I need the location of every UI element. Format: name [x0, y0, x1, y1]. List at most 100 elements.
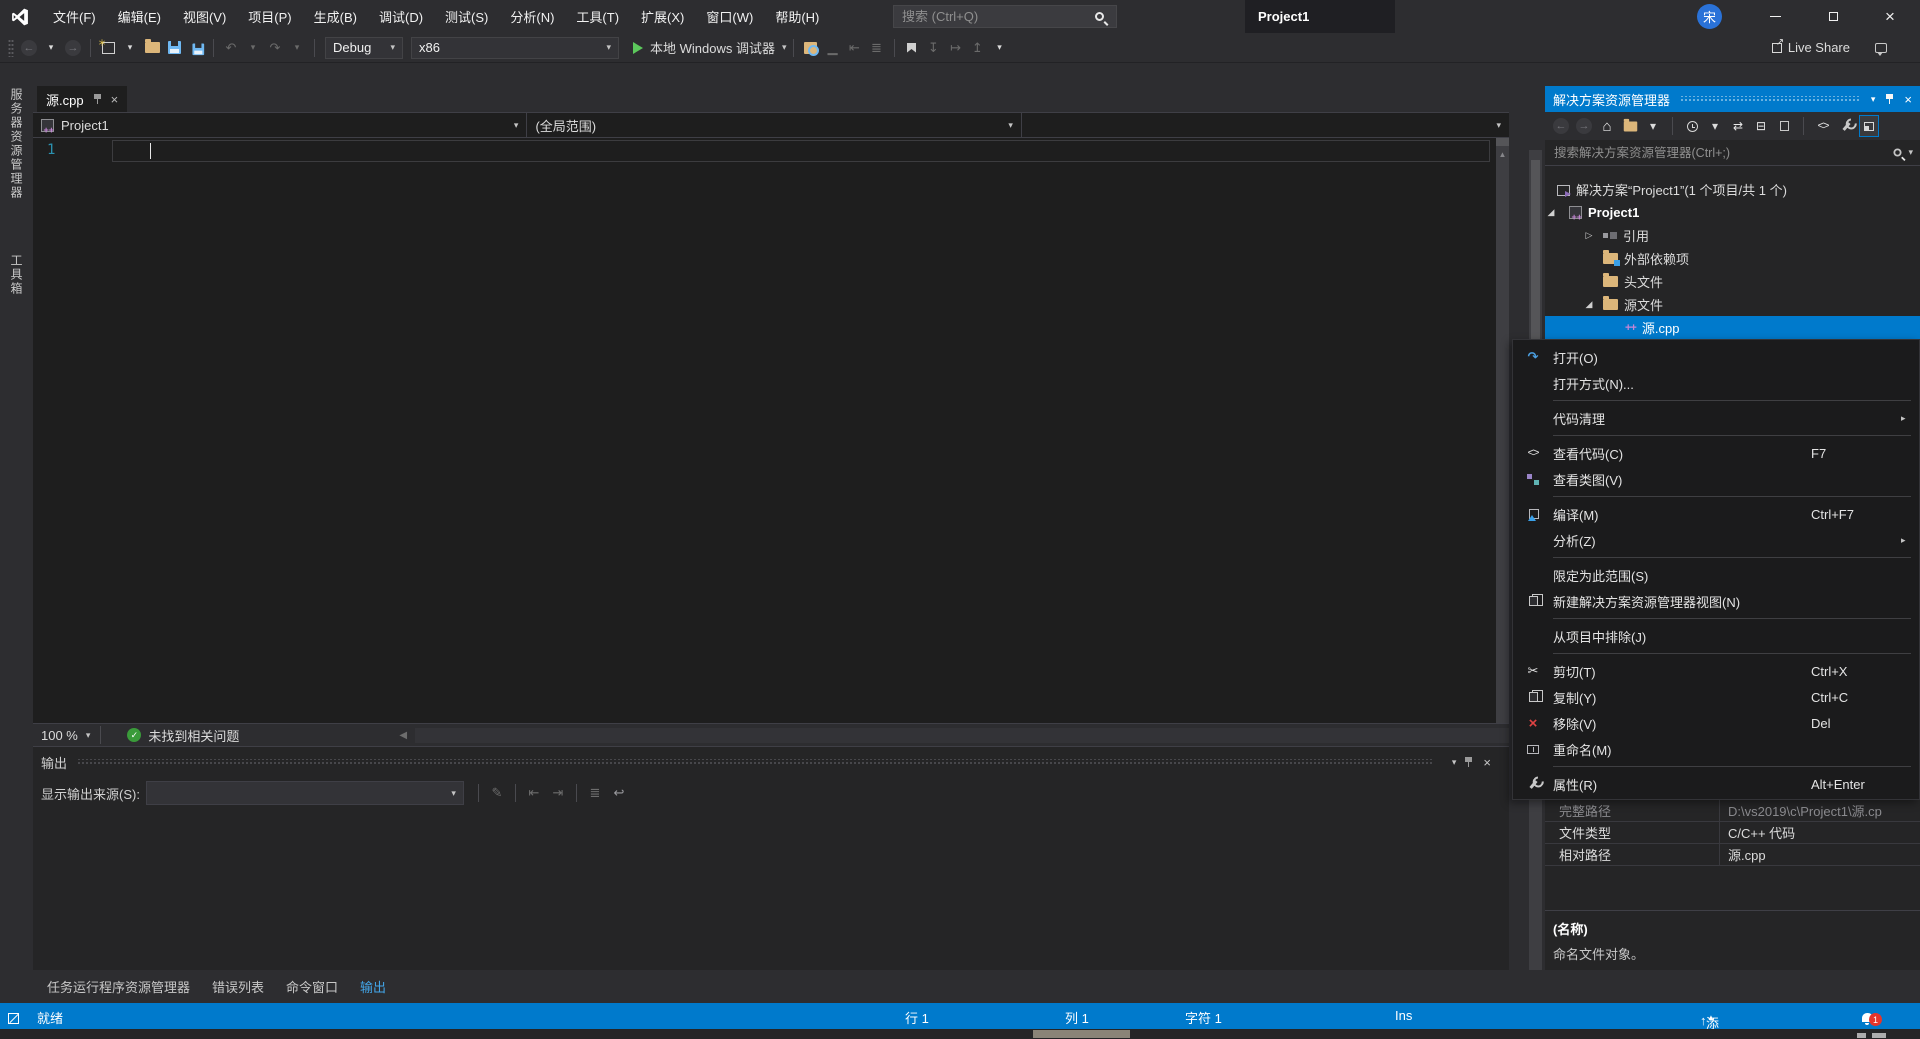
clear-all-icon[interactable]: ≣	[583, 785, 607, 801]
editor-zoom-level[interactable]: 100 %	[41, 728, 78, 743]
menu-test[interactable]: 测试(S)	[434, 0, 499, 33]
next-message-icon[interactable]: ⇥	[546, 785, 570, 801]
save-all-button[interactable]	[185, 36, 207, 60]
menu-item-cut[interactable]: ✂ 剪切(T)Ctrl+X	[1513, 658, 1919, 684]
close-panel-icon[interactable]: ×	[1904, 92, 1912, 107]
sidebar-tab-toolbox[interactable]: 工具箱	[8, 254, 25, 296]
nav-scope-dropdown[interactable]: (全局范围) ▾	[527, 113, 1021, 137]
search-options-dropdown[interactable]: ▾	[1908, 147, 1913, 158]
solution-explorer-search[interactable]: ▾	[1545, 140, 1920, 166]
document-tab[interactable]: 源.cpp ×	[37, 86, 127, 112]
quick-search-box[interactable]	[893, 5, 1117, 28]
se-forward-button[interactable]: →	[1574, 115, 1594, 137]
zoom-dropdown-icon[interactable]: ▾	[86, 730, 91, 741]
switch-views-dropdown[interactable]: ▾	[1643, 115, 1663, 137]
navigate-forward-button[interactable]: →	[62, 36, 84, 60]
expander-open-icon[interactable]: ◢	[1583, 299, 1595, 310]
preview-selected-items-toggle[interactable]	[1859, 115, 1879, 137]
menu-item-scope-to-this[interactable]: 限定为此范围(S)	[1513, 562, 1919, 588]
se-back-button[interactable]: ←	[1551, 115, 1571, 137]
navigate-back-dropdown[interactable]: ▾	[40, 36, 62, 60]
minimize-button[interactable]	[1753, 0, 1797, 33]
find-message-icon[interactable]: ✎	[485, 785, 509, 801]
status-character[interactable]: 字符 1	[1185, 1008, 1222, 1027]
pin-tab-icon[interactable]	[93, 93, 102, 105]
sync-with-active-document-button[interactable]: ⇄	[1728, 115, 1748, 137]
property-row-relative-path[interactable]: 相对路径 源.cpp	[1545, 844, 1920, 866]
menu-item-analyze[interactable]: 分析(Z)▸	[1513, 527, 1919, 553]
toolbar-overflow-dropdown[interactable]: ▾	[989, 36, 1011, 60]
tab-task-runner-explorer[interactable]: 任务运行程序资源管理器	[37, 977, 200, 996]
output-source-combo[interactable]: ▾	[146, 781, 464, 805]
menu-item-exclude-from-project[interactable]: 从项目中排除(J)	[1513, 623, 1919, 649]
menu-item-new-solution-explorer-view[interactable]: 新建解决方案资源管理器视图(N)	[1513, 588, 1919, 614]
menu-item-properties[interactable]: 属性(R)Alt+Enter	[1513, 771, 1919, 797]
tab-output[interactable]: 输出	[350, 977, 396, 996]
home-button[interactable]: ⌂	[1597, 115, 1617, 137]
break-all-button[interactable]: ▁	[822, 36, 844, 60]
status-column[interactable]: 列 1	[1065, 1008, 1089, 1027]
editor-horizontal-scrollbar[interactable]	[415, 728, 1509, 743]
pin-panel-icon[interactable]	[1464, 756, 1473, 768]
maximize-button[interactable]	[1811, 0, 1855, 33]
menu-help[interactable]: 帮助(H)	[764, 0, 830, 33]
collapse-all-button[interactable]: ⊟	[1751, 115, 1771, 137]
menu-item-code-cleanup[interactable]: 代码清理▸	[1513, 405, 1919, 431]
tree-row-header-files[interactable]: 头文件	[1545, 270, 1920, 293]
menu-item-remove[interactable]: × 移除(V)Del	[1513, 710, 1919, 736]
status-insert-mode[interactable]: Ins	[1395, 1008, 1412, 1023]
properties-pages-button[interactable]	[1774, 115, 1794, 137]
undo-button[interactable]: ↶	[220, 36, 242, 60]
menu-view[interactable]: 视图(V)	[172, 0, 237, 33]
word-wrap-icon[interactable]: ↩	[607, 785, 631, 801]
menu-item-rename[interactable]: 重命名(M)	[1513, 736, 1919, 762]
scroll-up-icon[interactable]: ▲	[1496, 148, 1509, 161]
health-status-text[interactable]: 未找到相关问题	[148, 726, 239, 745]
live-share-button[interactable]: Live Share	[1772, 40, 1850, 55]
solution-search-input[interactable]	[1552, 145, 1893, 161]
menu-item-open-with[interactable]: 打开方式(N)...	[1513, 370, 1919, 396]
view-code-button[interactable]: <>	[1813, 115, 1833, 137]
tree-row-project[interactable]: ◢ Project1	[1545, 201, 1920, 224]
menu-file[interactable]: 文件(F)	[42, 0, 107, 33]
tree-row-references[interactable]: ▷ 引用	[1545, 224, 1920, 247]
feedback-button[interactable]	[1870, 36, 1892, 60]
editor-split-handle[interactable]	[1496, 138, 1509, 146]
properties-button[interactable]	[1836, 115, 1856, 137]
solution-explorer-title-bar[interactable]: 解决方案资源管理器 ▾ ×	[1545, 86, 1920, 112]
window-position-dropdown-icon[interactable]: ▾	[1452, 757, 1457, 768]
expander-closed-icon[interactable]: ▷	[1583, 230, 1595, 241]
filter-dropdown[interactable]: ▾	[1705, 115, 1725, 137]
tab-command-window[interactable]: 命令窗口	[276, 977, 348, 996]
menu-item-open[interactable]: ↷ 打开(O)	[1513, 344, 1919, 370]
pin-panel-icon[interactable]	[1885, 93, 1894, 105]
step-out-button[interactable]: ↥	[967, 36, 989, 60]
tree-row-solution[interactable]: 解决方案“Project1”(1 个项目/共 1 个)	[1545, 178, 1920, 201]
user-avatar[interactable]: 宋	[1697, 4, 1722, 29]
attach-to-process-button[interactable]	[800, 36, 822, 60]
redo-dropdown[interactable]: ▾	[286, 36, 308, 60]
step-into-button[interactable]: ↧	[923, 36, 945, 60]
undo-dropdown[interactable]: ▾	[242, 36, 264, 60]
close-button[interactable]: ×	[1868, 0, 1912, 33]
start-debugging-button[interactable]: 本地 Windows 调试器 ▾	[633, 36, 787, 60]
expander-open-icon[interactable]: ◢	[1545, 207, 1557, 218]
bottom-scrollbar-thumb[interactable]	[1033, 1030, 1130, 1038]
menu-build[interactable]: 生成(B)	[303, 0, 368, 33]
tree-row-source-files[interactable]: ◢ 源文件	[1545, 293, 1920, 316]
new-project-dropdown[interactable]: ▾	[119, 36, 141, 60]
menu-project[interactable]: 项目(P)	[237, 0, 302, 33]
nav-project-dropdown[interactable]: Project1 ▾	[33, 113, 527, 137]
toolbar-grip[interactable]	[8, 39, 14, 57]
pending-changes-filter-button[interactable]	[1682, 115, 1702, 137]
save-button[interactable]	[163, 36, 185, 60]
sidebar-tab-server-explorer[interactable]: 服务器资源管理器	[8, 88, 25, 200]
step-over-button[interactable]: ↦	[945, 36, 967, 60]
restart-button[interactable]: ≣	[866, 36, 888, 60]
menu-window[interactable]: 窗口(W)	[695, 0, 764, 33]
redo-button[interactable]: ↷	[264, 36, 286, 60]
solution-configuration-combo[interactable]: Debug▾	[325, 37, 403, 59]
open-file-button[interactable]	[141, 36, 163, 60]
window-position-dropdown-icon[interactable]: ▾	[1871, 94, 1876, 105]
menu-debug[interactable]: 调试(D)	[368, 0, 434, 33]
